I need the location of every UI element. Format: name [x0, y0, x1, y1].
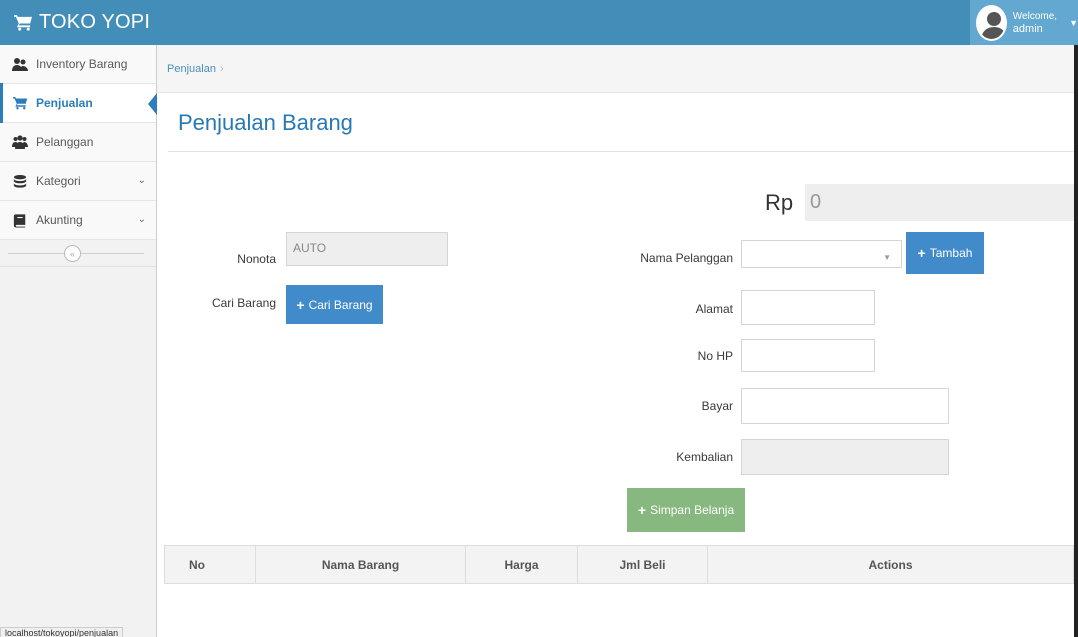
- chevron-down-icon: ⌄: [137, 214, 146, 225]
- sidebar-collapse-row: «: [0, 240, 156, 267]
- welcome-text: Welcome,: [1012, 10, 1058, 22]
- sidebar-item-label: Kategori: [36, 174, 81, 188]
- bayar-input[interactable]: [741, 388, 949, 424]
- chevron-right-icon: ›: [219, 63, 224, 75]
- divider: [168, 151, 1074, 152]
- top-navbar: TOKO YOPI Welcome, admin ▼: [0, 0, 1078, 45]
- bayar-label: Bayar: [701, 399, 733, 413]
- brand-name: TOKO YOPI: [39, 10, 151, 33]
- nama-pelanggan-label: Nama Pelanggan: [640, 251, 733, 265]
- book-icon: [12, 212, 28, 228]
- caret-down-icon: ▼: [1069, 17, 1078, 28]
- cart-icon: [12, 95, 28, 111]
- nohp-input[interactable]: [741, 339, 875, 372]
- nonota-input[interactable]: AUTO: [286, 232, 448, 266]
- column-header-actions[interactable]: Actions: [707, 545, 1074, 584]
- group-icon: [12, 134, 28, 150]
- sidebar-item-inventory[interactable]: Inventory Barang: [0, 45, 156, 84]
- kembalian-input[interactable]: [741, 439, 949, 475]
- sidebar-item-pelanggan[interactable]: Pelanggan: [0, 123, 156, 162]
- column-header-nama-barang[interactable]: Nama Barang: [255, 545, 466, 584]
- nohp-label: No HP: [697, 349, 733, 363]
- alamat-label: Alamat: [695, 302, 733, 316]
- cari-barang-button[interactable]: + Cari Barang: [286, 285, 383, 324]
- plus-icon: +: [637, 502, 647, 518]
- breadcrumb-item-penjualan[interactable]: Penjualan: [167, 63, 216, 75]
- kembalian-label: Kembalian: [676, 450, 733, 464]
- nama-pelanggan-select[interactable]: ▼: [741, 240, 902, 268]
- avatar: [976, 4, 1007, 41]
- users-icon: [12, 56, 28, 72]
- brand[interactable]: TOKO YOPI: [14, 9, 150, 35]
- alamat-input[interactable]: [741, 290, 875, 325]
- user-info: Welcome, admin: [1013, 11, 1057, 35]
- column-header-jml-beli[interactable]: Jml Beli: [577, 545, 708, 584]
- plus-icon: +: [917, 245, 926, 261]
- plus-icon: +: [296, 296, 305, 313]
- tambah-button-label: Tambah: [929, 246, 973, 260]
- cari-barang-button-label: Cari Barang: [308, 297, 373, 312]
- simpan-belanja-button[interactable]: + Simpan Belanja: [627, 488, 745, 532]
- cart-icon: [14, 14, 32, 31]
- sidebar-item-kategori[interactable]: Kategori ⌄: [0, 162, 156, 201]
- column-header-no[interactable]: No: [164, 545, 256, 584]
- cart-table: No Nama Barang Harga Jml Beli Actions: [164, 545, 1074, 584]
- chevron-down-icon: ⌄: [137, 175, 146, 186]
- total-display: 0: [805, 184, 1074, 221]
- caret-down-icon: ▼: [883, 253, 891, 262]
- page-title: Penjualan Barang: [178, 110, 353, 135]
- username: admin: [1012, 22, 1043, 35]
- cari-barang-label: Cari Barang: [211, 296, 276, 310]
- database-icon: [12, 173, 28, 189]
- collapse-icon[interactable]: «: [64, 245, 81, 262]
- column-header-harga[interactable]: Harga: [465, 545, 578, 584]
- sidebar-item-penjualan[interactable]: Penjualan: [0, 83, 157, 123]
- sidebar-item-label: Inventory Barang: [36, 57, 128, 71]
- total-currency: Rp: [765, 190, 794, 215]
- sidebar-item-akunting[interactable]: Akunting ⌄: [0, 201, 156, 240]
- simpan-button-label: Simpan Belanja: [650, 503, 735, 517]
- status-url: localhost/tokoyopi/penjualan: [0, 627, 124, 637]
- sidebar-item-label: Pelanggan: [36, 135, 94, 149]
- scrollbar[interactable]: [1074, 45, 1078, 637]
- tambah-pelanggan-button[interactable]: + Tambah: [906, 232, 984, 274]
- nonota-label: Nonota: [237, 252, 276, 266]
- user-icon: [978, 6, 1005, 39]
- user-menu[interactable]: Welcome, admin ▼: [970, 0, 1078, 45]
- breadcrumb: Penjualan ›: [157, 45, 1078, 93]
- sidebar-item-label: Penjualan: [36, 96, 93, 110]
- sidebar: Inventory Barang Penjualan Pelanggan Kat…: [0, 45, 157, 637]
- sidebar-item-label: Akunting: [36, 213, 83, 227]
- table-header-row: No Nama Barang Harga Jml Beli Actions: [164, 545, 1074, 584]
